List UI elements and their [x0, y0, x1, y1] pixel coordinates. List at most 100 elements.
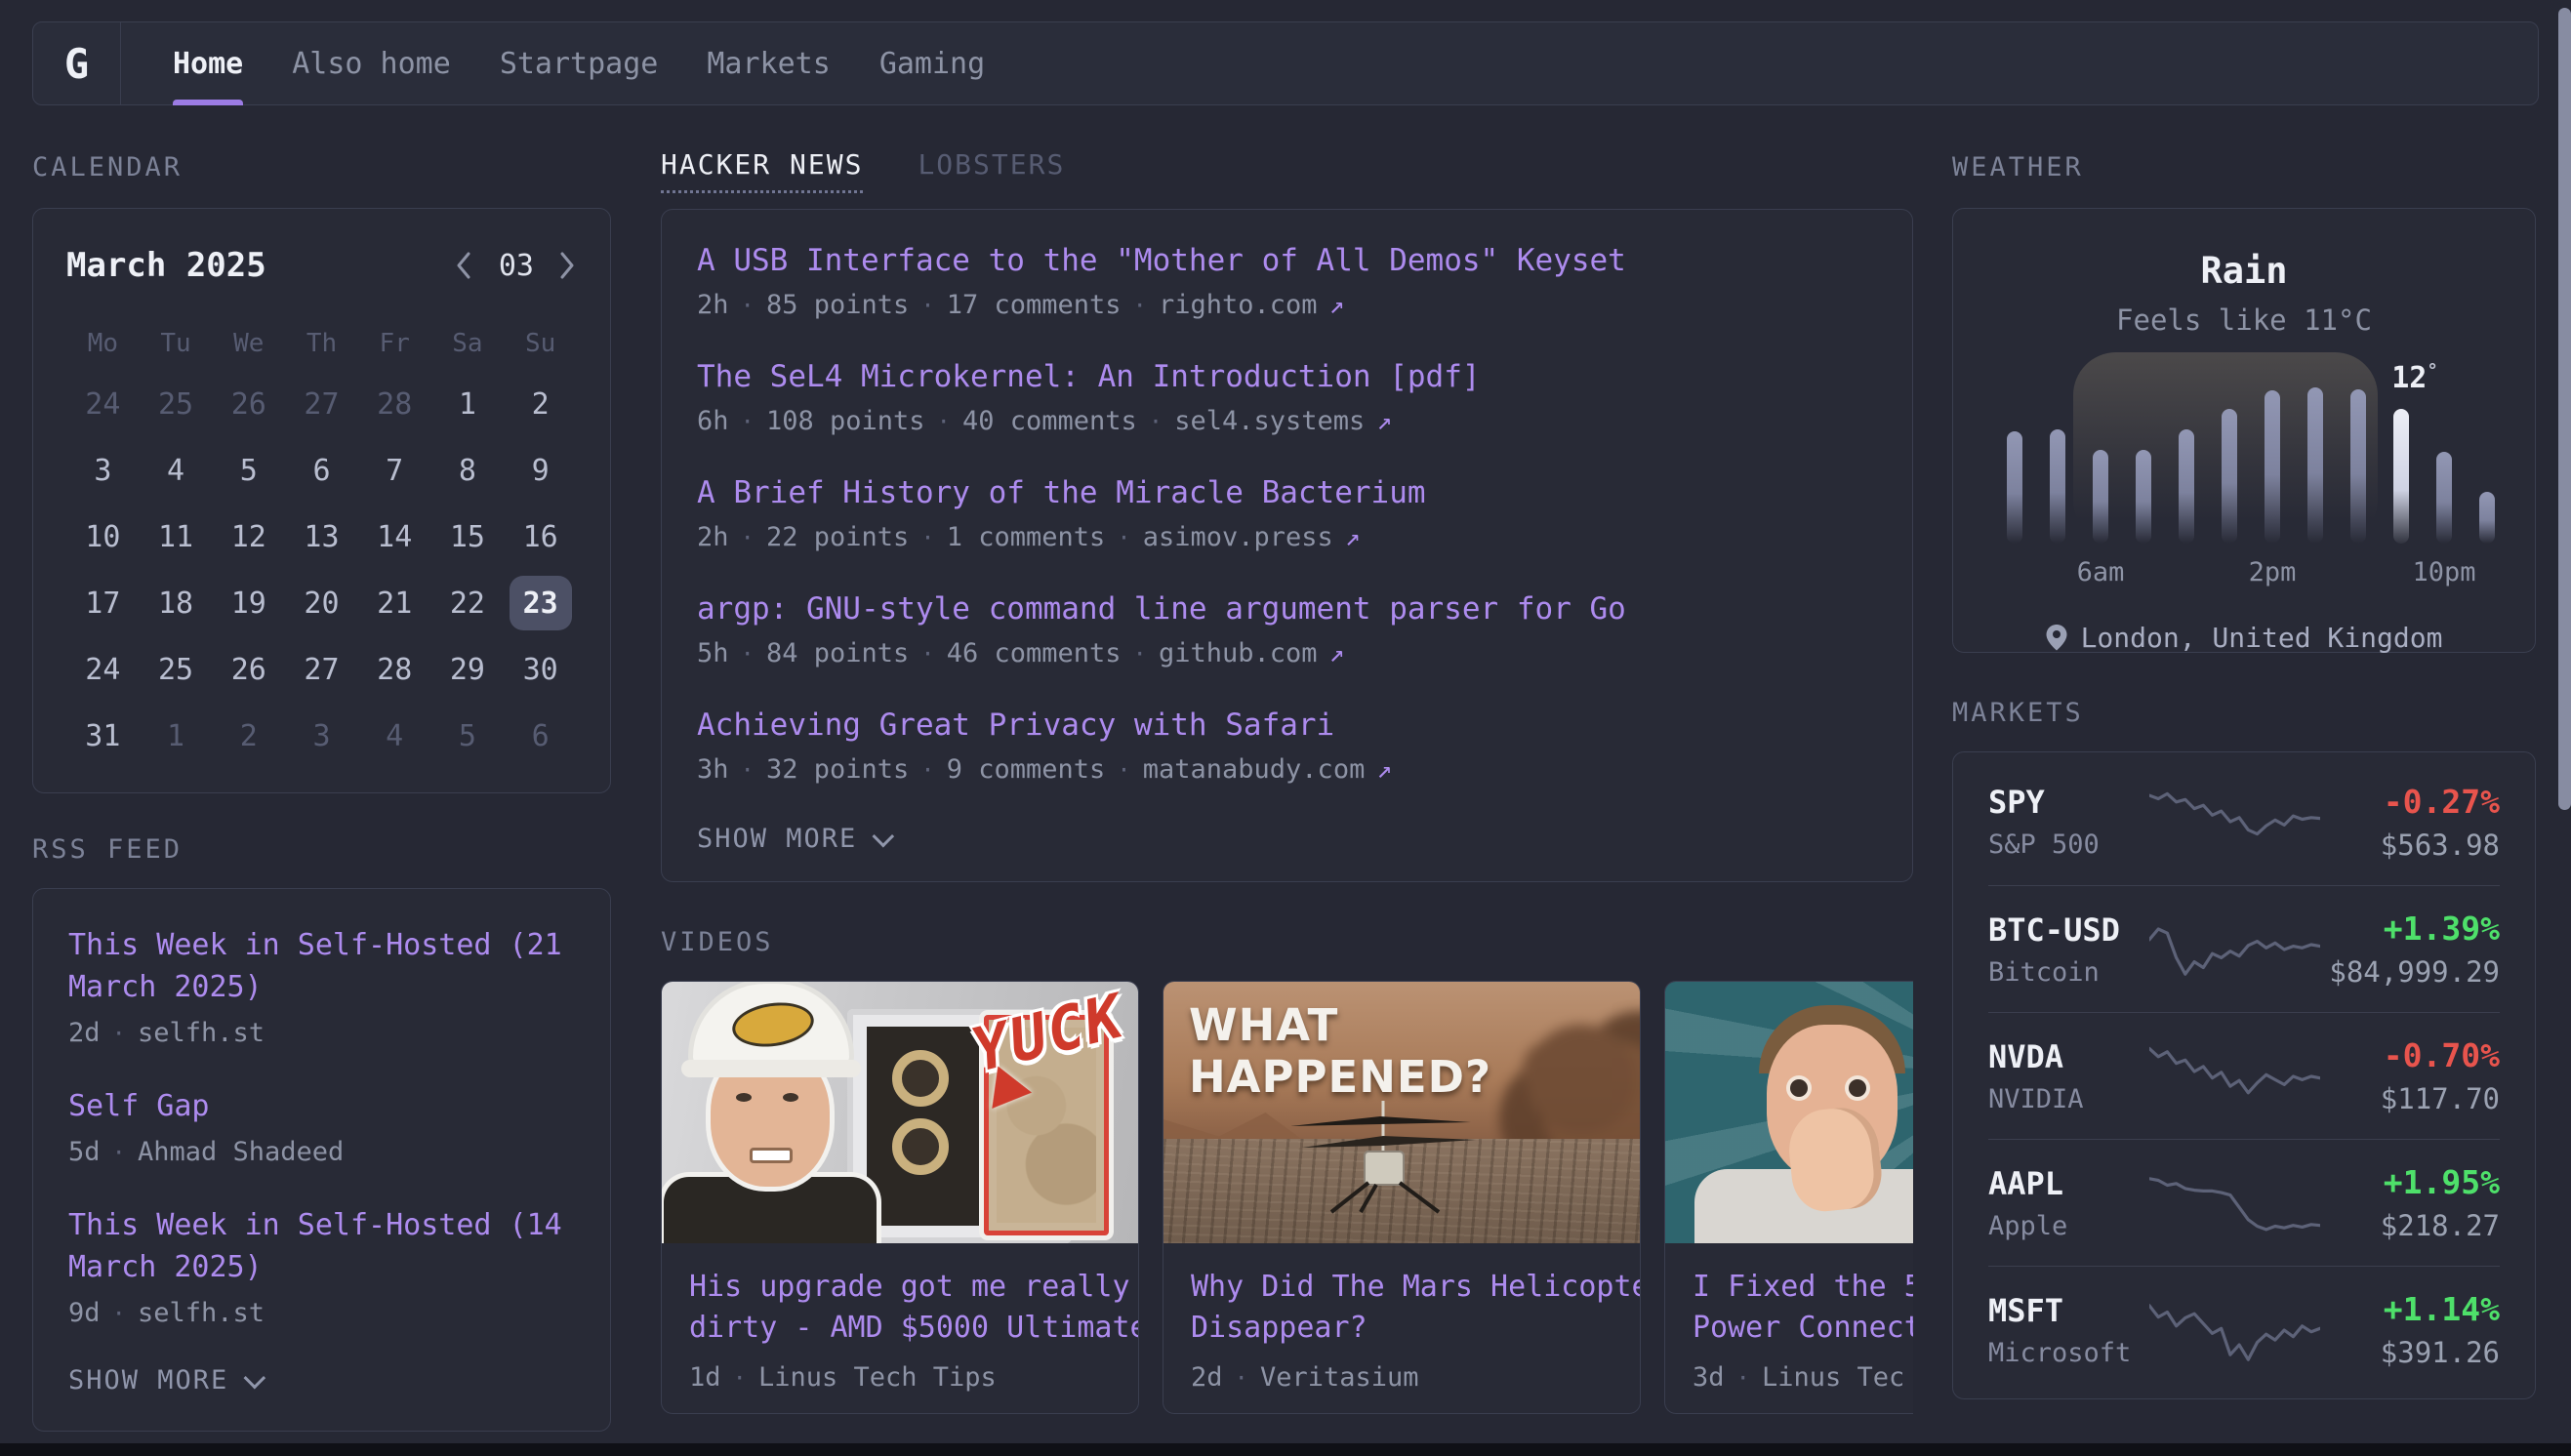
news-item-domain-link[interactable]: sel4.systems: [1174, 406, 1365, 436]
news-item-domain-link[interactable]: matanabudy.com: [1143, 754, 1366, 785]
market-row-aapl[interactable]: AAPLApple+1.95%$218.27: [1988, 1139, 2500, 1266]
weather-bar: [2222, 409, 2237, 544]
weather-bar: [2179, 429, 2194, 544]
market-values: +1.14% $391.26: [2320, 1290, 2500, 1369]
calendar-day[interactable]: 12: [218, 509, 280, 564]
news-item-domain-link[interactable]: righto.com: [1159, 290, 1318, 320]
calendar-day[interactable]: 6: [290, 443, 352, 498]
news-item-title[interactable]: A USB Interface to the "Mother of All De…: [697, 243, 1626, 278]
market-values: +1.39%$84,999.29: [2320, 910, 2500, 989]
calendar-day[interactable]: 24: [71, 377, 134, 431]
news-item-title[interactable]: argp: GNU-style command line argument pa…: [697, 591, 1626, 627]
market-row-nvda[interactable]: NVDANVIDIA-0.70%$117.70: [1988, 1012, 2500, 1139]
news-item-domain-link[interactable]: asimov.press: [1143, 522, 1333, 552]
calendar-day[interactable]: 27: [290, 642, 352, 697]
tab-hacker-news[interactable]: HACKER NEWS: [661, 148, 863, 193]
calendar-day[interactable]: 2: [510, 377, 572, 431]
market-price: $117.70: [2320, 1082, 2500, 1115]
news-item-domain-link[interactable]: github.com: [1159, 638, 1318, 668]
market-price: $391.26: [2320, 1336, 2500, 1369]
calendar-day[interactable]: 3: [290, 708, 352, 763]
calendar-day[interactable]: 15: [436, 509, 499, 564]
nav-tab-also-home[interactable]: Also home: [292, 22, 451, 104]
calendar-day[interactable]: 25: [144, 377, 207, 431]
video-title[interactable]: I Fixed the 5Power Connect: [1693, 1267, 1913, 1349]
calendar-day[interactable]: 10: [71, 509, 134, 564]
calendar-day[interactable]: 17: [71, 576, 134, 630]
eye-shape: [1790, 1079, 1808, 1097]
calendar-day[interactable]: 9: [510, 443, 572, 498]
calendar-day[interactable]: 7: [363, 443, 426, 498]
calendar-day[interactable]: 16: [510, 509, 572, 564]
video-title-line: Power Connect: [1693, 1308, 1913, 1349]
calendar-day[interactable]: 22: [436, 576, 499, 630]
dashboard-page: G Home Also home Startpage Markets Gamin…: [0, 0, 2571, 1456]
rss-show-more-button[interactable]: SHOW MORE: [68, 1365, 575, 1395]
video-card[interactable]: YUCKHis upgrade got me reallydirty - AMD…: [661, 981, 1139, 1414]
calendar-day[interactable]: 11: [144, 509, 207, 564]
weather-feels-like: Feels like 11°C: [1988, 303, 2500, 337]
calendar-day[interactable]: 8: [436, 443, 499, 498]
calendar-day[interactable]: 2: [218, 708, 280, 763]
meta-separator: ·: [920, 640, 934, 667]
video-title[interactable]: His upgrade got me reallydirty - AMD $50…: [689, 1267, 1111, 1349]
nav-tab-markets[interactable]: Markets: [707, 22, 830, 104]
news-item-title[interactable]: Achieving Great Privacy with Safari: [697, 708, 1334, 743]
calendar-day[interactable]: 28: [363, 642, 426, 697]
calendar-day[interactable]: 4: [144, 443, 207, 498]
calendar-day[interactable]: 5: [436, 708, 499, 763]
news-item-title[interactable]: A Brief History of the Miracle Bacterium: [697, 475, 1426, 510]
chevron-right-icon[interactable]: [559, 251, 577, 280]
calendar-day[interactable]: 21: [363, 576, 426, 630]
calendar-day[interactable]: 13: [290, 509, 352, 564]
calendar-day[interactable]: 20: [290, 576, 352, 630]
video-title[interactable]: Why Did The Mars HelicopterDisappear?: [1191, 1267, 1612, 1349]
market-name: S&P 500: [1988, 829, 2149, 860]
weather-location: London, United Kingdom: [1988, 622, 2500, 654]
news-item-title[interactable]: The SeL4 Microkernel: An Introduction [p…: [697, 359, 1481, 394]
calendar-day[interactable]: 6: [510, 708, 572, 763]
nav-tab-gaming[interactable]: Gaming: [879, 22, 985, 104]
show-more-label: SHOW MORE: [697, 824, 857, 854]
app-logo[interactable]: G: [33, 22, 121, 104]
calendar-day[interactable]: 26: [218, 642, 280, 697]
calendar-day[interactable]: 19: [218, 576, 280, 630]
calendar-day[interactable]: 27: [290, 377, 352, 431]
market-row-spy[interactable]: SPYS&P 500-0.27%$563.98: [1988, 758, 2500, 885]
news-item-points: 108 points: [766, 406, 925, 436]
calendar-day[interactable]: 4: [363, 708, 426, 763]
weather-bar-current: [2393, 409, 2409, 544]
calendar-day[interactable]: 1: [436, 377, 499, 431]
rss-item-title[interactable]: This Week in Self-Hosted (21March 2025): [68, 924, 575, 1008]
rss-item-meta: 5d·Ahmad Shadeed: [68, 1137, 575, 1167]
news-show-more-button[interactable]: SHOW MORE: [697, 824, 1877, 854]
calendar-day[interactable]: 31: [71, 708, 134, 763]
calendar-day[interactable]: 14: [363, 509, 426, 564]
calendar-day[interactable]: 3: [71, 443, 134, 498]
market-change: +1.14%: [2320, 1290, 2500, 1328]
calendar-day[interactable]: 29: [436, 642, 499, 697]
video-channel: Veritasium: [1260, 1362, 1419, 1393]
video-card[interactable]: DOTHTI Fixed the 5Power Connect3d·Linus …: [1664, 981, 1913, 1414]
market-row-btc-usd[interactable]: BTC-USDBitcoin+1.39%$84,999.29: [1988, 885, 2500, 1012]
video-meta: 1d·Linus Tech Tips: [689, 1362, 1111, 1393]
nav-tab-startpage[interactable]: Startpage: [500, 22, 659, 104]
calendar-day[interactable]: 1: [144, 708, 207, 763]
calendar-day[interactable]: 28: [363, 377, 426, 431]
calendar-day[interactable]: 30: [510, 642, 572, 697]
nav-tab-home[interactable]: Home: [173, 22, 243, 104]
rss-item-title[interactable]: Self Gap: [68, 1085, 575, 1127]
chevron-left-icon[interactable]: [456, 251, 473, 280]
calendar-day[interactable]: 18: [144, 576, 207, 630]
rss-item-title[interactable]: This Week in Self-Hosted (14March 2025): [68, 1204, 575, 1288]
calendar-day[interactable]: 25: [144, 642, 207, 697]
video-card[interactable]: WHAT HAPPENED?Why Did The Mars Helicopte…: [1163, 981, 1641, 1414]
tab-lobsters[interactable]: LOBSTERS: [918, 148, 1065, 193]
rss-item: Self Gap 5d·Ahmad Shadeed: [68, 1085, 575, 1167]
scrollbar-thumb[interactable]: [2558, 8, 2571, 810]
market-row-msft[interactable]: MSFTMicrosoft+1.14%$391.26: [1988, 1266, 2500, 1393]
calendar-day[interactable]: 5: [218, 443, 280, 498]
calendar-day[interactable]: 24: [71, 642, 134, 697]
calendar-day-selected[interactable]: 23: [510, 576, 572, 630]
calendar-day[interactable]: 26: [218, 377, 280, 431]
